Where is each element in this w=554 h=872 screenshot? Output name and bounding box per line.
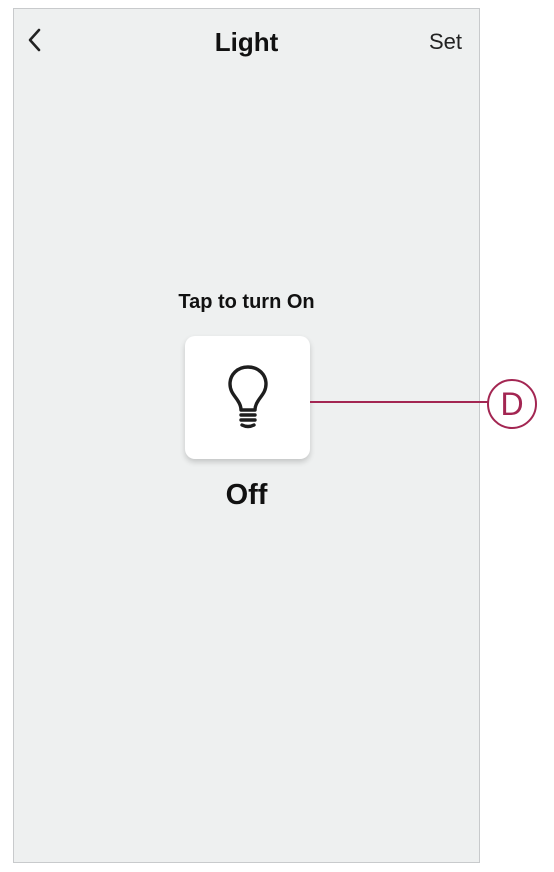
light-toggle-tile[interactable]: [185, 336, 310, 459]
tap-hint-text: Tap to turn On: [178, 291, 315, 313]
callout-badge: D: [487, 379, 537, 429]
page-title: Light: [214, 27, 279, 57]
set-button[interactable]: Set: [429, 29, 462, 55]
lightbulb-icon: [227, 364, 268, 428]
light-state-label: Off: [225, 479, 268, 511]
app-screen: Light Set Tap to turn On Off: [13, 8, 480, 863]
header-bar: Light Set: [14, 9, 479, 79]
callout-connector-line: [310, 401, 488, 403]
